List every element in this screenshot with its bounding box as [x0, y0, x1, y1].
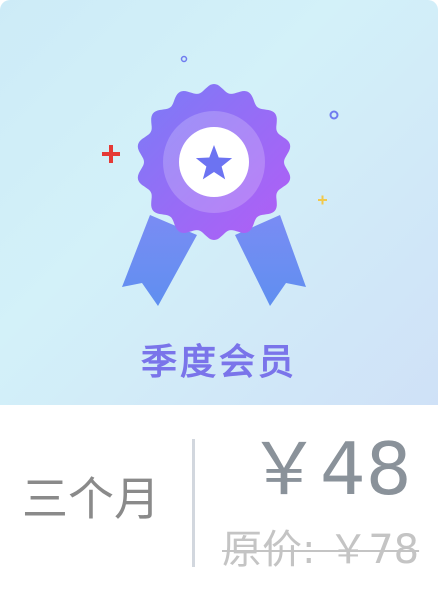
original-price: 原价: ￥78 — [222, 527, 420, 573]
plan-price: ￥48 — [248, 427, 412, 511]
circle-sparkle-icon — [329, 110, 339, 120]
plan-title: 季度会员 — [140, 342, 297, 383]
circle-sparkle-icon — [180, 55, 188, 63]
plus-sparkle-icon — [102, 145, 120, 163]
membership-card[interactable]: 季度会员 三个月 ￥48 原价: ￥78 — [0, 0, 438, 599]
card-banner: 季度会员 — [0, 0, 438, 405]
divider — [192, 439, 195, 567]
plan-duration: 三个月 — [22, 472, 160, 526]
plus-sparkle-small-icon — [318, 195, 327, 205]
pricing-section: 三个月 ￥48 原价: ￥78 — [0, 405, 438, 599]
